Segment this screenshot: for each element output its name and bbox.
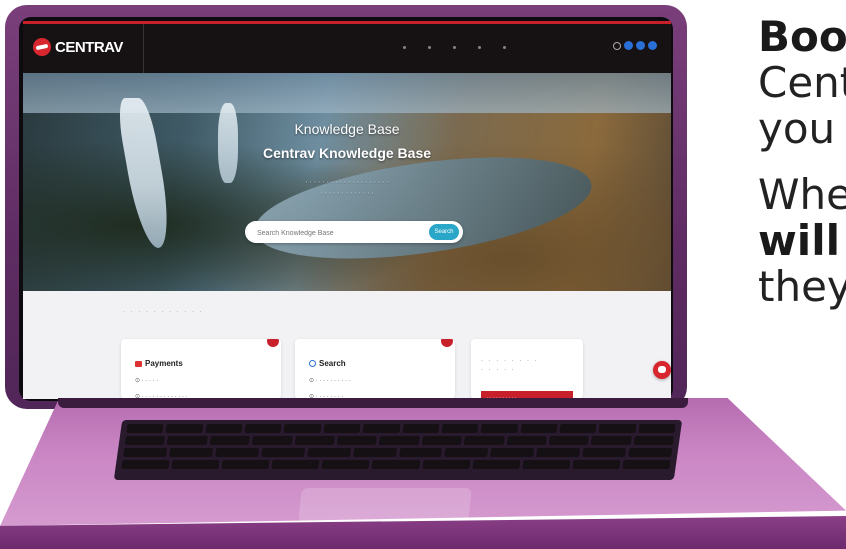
laptop-lid: CENTRAV Knowledge Base Centrav Knowledge…: [5, 5, 687, 409]
logo-text: CENTRAV: [55, 38, 123, 56]
card-badge: [441, 339, 453, 347]
card-link[interactable]: ⊙ · · · · · · · · · ·: [309, 377, 351, 384]
card-badge: [267, 339, 279, 347]
search-bar: Search: [245, 221, 463, 243]
search-icon[interactable]: [613, 41, 621, 50]
search-input[interactable]: [255, 226, 419, 240]
hero-banner: Knowledge Base Centrav Knowledge Base · …: [23, 73, 671, 291]
hero-description: · · · · · · · · · · · · · · · · · · · · ·…: [305, 179, 389, 197]
user-icon[interactable]: [636, 41, 645, 50]
card-title: Search: [319, 359, 346, 368]
search-icon: [309, 360, 316, 367]
laptop-screen: CENTRAV Knowledge Base Centrav Knowledge…: [23, 21, 671, 399]
trackpad: [298, 488, 472, 522]
nav-menu: [403, 46, 506, 49]
nav-item[interactable]: [453, 46, 456, 49]
site-nav: CENTRAV: [23, 21, 671, 73]
card-title: Payments: [145, 359, 183, 368]
side-text-line-5: will: [758, 216, 840, 265]
category-card[interactable]: Search ⊙ · · · · · · · · · · ⊙ · · · · ·…: [295, 339, 455, 399]
laptop-base: [0, 398, 846, 549]
centrav-logo-icon: [33, 38, 51, 56]
side-text-line-1: Boo: [758, 12, 846, 61]
side-text-line-2: Cent: [758, 58, 846, 107]
site-logo[interactable]: CENTRAV: [33, 38, 123, 56]
hero-subtitle: Centrav Knowledge Base: [262, 145, 432, 161]
marketing-graphic: Boo Cent you Whe will they CENTRAV: [0, 0, 846, 549]
nav-item[interactable]: [503, 46, 506, 49]
side-text: Boo Cent you Whe will they: [758, 14, 846, 310]
nav-item[interactable]: [428, 46, 431, 49]
side-text-line-4: Whe: [758, 170, 846, 219]
breadcrumb: · · · · · · · · · · ·: [123, 309, 204, 315]
hero-title: Knowledge Base: [294, 121, 400, 137]
chat-icon[interactable]: [653, 361, 671, 379]
side-text-line-6: they: [758, 262, 846, 311]
user-icon[interactable]: [648, 41, 657, 50]
search-button[interactable]: Search: [429, 224, 459, 240]
promo-card: · · · · · · · · · · · · · · · · · · · · ·…: [471, 339, 583, 399]
keyboard: [113, 420, 683, 480]
payments-icon: [135, 360, 142, 367]
user-icon[interactable]: [624, 41, 633, 50]
nav-item[interactable]: [478, 46, 481, 49]
side-text-line-3: you: [758, 104, 836, 153]
nav-icons: [613, 41, 657, 50]
card-link[interactable]: ⊙ · · · · ·: [135, 377, 158, 384]
category-card[interactable]: Payments ⊙ · · · · · ⊙ · · · · · · · · ·…: [121, 339, 281, 399]
nav-item[interactable]: [403, 46, 406, 49]
